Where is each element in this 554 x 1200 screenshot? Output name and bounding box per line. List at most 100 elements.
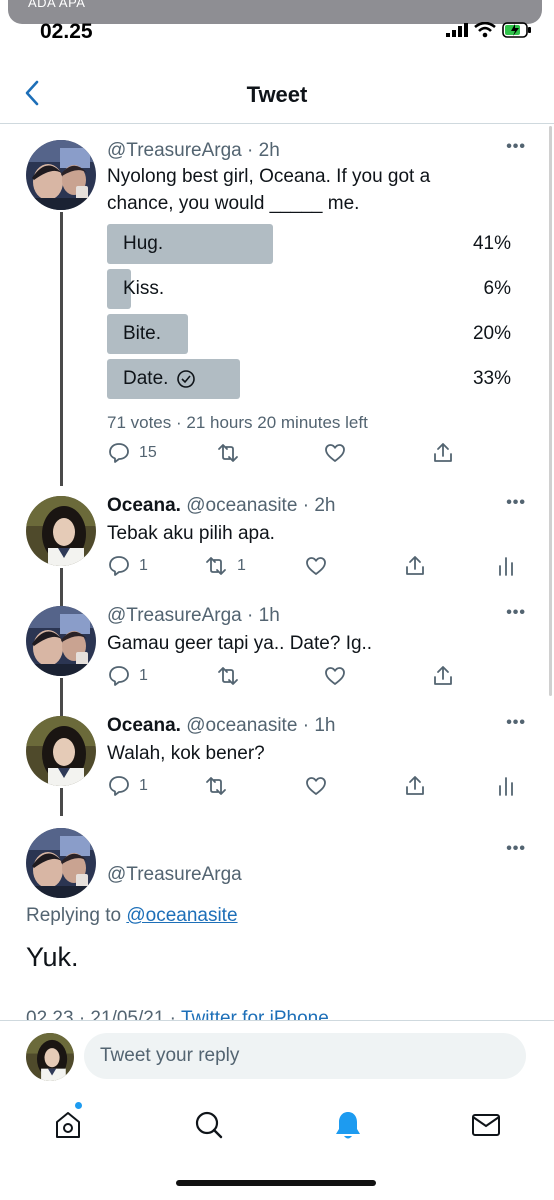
home-indicator[interactable]	[176, 1180, 376, 1186]
thread-line	[60, 212, 63, 486]
reply-placeholder: Tweet your reply	[100, 1045, 240, 1066]
thread-line	[60, 788, 63, 816]
reply-icon	[109, 556, 129, 576]
replying-to: Replying to @oceanasite	[26, 905, 238, 926]
status-time: 02.25	[40, 20, 93, 43]
display-name[interactable]: Oceana.	[107, 495, 181, 516]
analytics-button[interactable]	[495, 554, 517, 578]
focused-tweet: ••• @TreasureArga Replying to @oceanasit…	[0, 816, 554, 1020]
more-options-button[interactable]: •••	[506, 138, 526, 156]
retweet-button[interactable]	[215, 441, 241, 465]
reply-input[interactable]: Tweet your reply	[84, 1033, 526, 1079]
tweet-4[interactable]: Oceana. @oceanasite · 1h ••• Walah, kok …	[0, 706, 554, 816]
share-button[interactable]	[431, 441, 455, 465]
handle[interactable]: @oceanasite	[186, 715, 297, 736]
timestamp: 2h	[314, 495, 336, 516]
more-options-button[interactable]: •••	[506, 714, 526, 732]
tab-notifications[interactable]	[331, 1108, 365, 1142]
tweet-2[interactable]: Oceana. @oceanasite · 2h ••• Tebak aku p…	[0, 486, 554, 596]
reply-count: 1	[139, 557, 148, 574]
analytics-button[interactable]	[495, 774, 517, 798]
poll-option-percent: 20%	[472, 323, 511, 344]
more-options-button[interactable]: •••	[506, 604, 526, 622]
share-button[interactable]	[403, 554, 427, 578]
avatar[interactable]	[26, 140, 96, 210]
reply-icon	[109, 666, 129, 686]
tweet-source[interactable]: Twitter for iPhone	[181, 1008, 329, 1020]
poll-option-percent: 6%	[483, 278, 511, 299]
tweet-3[interactable]: @TreasureArga · 1h ••• Gamau geer tapi y…	[0, 596, 554, 706]
tab-home[interactable]	[51, 1102, 85, 1142]
tab-messages[interactable]	[469, 1108, 503, 1142]
reply-icon	[109, 776, 129, 796]
share-button[interactable]	[431, 664, 455, 688]
reply-icon	[109, 443, 129, 463]
retweet-button[interactable]	[203, 774, 229, 798]
reply-count: 15	[139, 444, 157, 461]
more-options-button[interactable]: •••	[506, 494, 526, 512]
handle[interactable]: @TreasureArga	[107, 864, 242, 886]
avatar[interactable]	[26, 496, 96, 566]
poll-option-label: Date.	[123, 368, 196, 390]
retweet-count: 1	[237, 557, 246, 574]
tweet-text: Walah, kok bener?	[107, 743, 265, 764]
poll-option: Kiss. 6%	[107, 269, 511, 309]
poll-option-label: Bite.	[123, 323, 162, 344]
reply-count: 1	[139, 777, 148, 794]
like-icon	[306, 557, 326, 575]
analytics-icon	[499, 777, 513, 796]
replying-to-link[interactable]: @oceanasite	[126, 905, 237, 926]
display-name[interactable]: Oceana.	[107, 715, 181, 736]
like-button[interactable]	[323, 441, 347, 465]
timestamp: 1h	[258, 605, 280, 626]
handle[interactable]: @TreasureArga	[107, 605, 242, 626]
poll-option-label: Kiss.	[123, 278, 165, 299]
like-button[interactable]	[323, 664, 347, 688]
thread-line	[60, 568, 63, 596]
avatar[interactable]	[26, 828, 96, 898]
reply-button[interactable]: 15	[107, 441, 157, 465]
timestamp: 1h	[314, 715, 336, 736]
avatar[interactable]	[26, 1033, 74, 1081]
reply-button[interactable]: 1	[107, 774, 148, 798]
like-button[interactable]	[304, 774, 328, 798]
reply-button[interactable]: 1	[107, 664, 148, 688]
reply-count: 1	[139, 667, 148, 684]
tweet-text: Yuk.	[26, 942, 79, 972]
reply-button[interactable]: 1	[107, 554, 148, 578]
avatar[interactable]	[26, 716, 96, 786]
retweet-button[interactable]: 1	[203, 554, 246, 578]
tweet-meta: Oceana. @oceanasite · 1h	[107, 715, 336, 736]
poll-info: 71 votes · 21 hours 20 minutes left	[107, 413, 368, 432]
battery-icon	[502, 22, 531, 38]
status-icons	[446, 22, 532, 38]
more-options-button[interactable]: •••	[506, 840, 526, 858]
tweet-timestamp: 02.23 · 21/05/21 · Twitter for iPhone	[26, 1008, 329, 1020]
retweet-button[interactable]	[215, 664, 241, 688]
avatar[interactable]	[26, 606, 96, 676]
timestamp: 2h	[258, 140, 280, 161]
wifi-icon	[474, 22, 496, 38]
messages-icon	[472, 1114, 500, 1136]
share-icon	[434, 443, 452, 462]
tweet-meta: @TreasureArga · 1h	[107, 605, 280, 626]
handle[interactable]: @TreasureArga	[107, 140, 242, 161]
poll-option-label: Hug.	[123, 233, 164, 254]
tweet-text: Gamau geer tapi ya.. Date? Ig..	[107, 633, 373, 654]
home-icon	[56, 1112, 80, 1138]
share-button[interactable]	[403, 774, 427, 798]
handle[interactable]: @oceanasite	[186, 495, 297, 516]
share-icon	[434, 666, 452, 685]
like-icon	[325, 667, 345, 685]
tab-search[interactable]	[192, 1108, 226, 1142]
notification-text: ADA APA	[28, 0, 86, 10]
like-icon	[306, 777, 326, 795]
tweet-actions: 1	[107, 774, 527, 802]
like-button[interactable]	[304, 554, 328, 578]
tweet-header: Tweet	[0, 62, 554, 124]
retweet-icon	[206, 777, 226, 795]
share-icon	[406, 776, 424, 795]
page-title: Tweet	[246, 82, 308, 107]
poll-option: Bite. 20%	[107, 314, 511, 354]
tweet-text: Tebak aku pilih apa.	[107, 523, 275, 544]
